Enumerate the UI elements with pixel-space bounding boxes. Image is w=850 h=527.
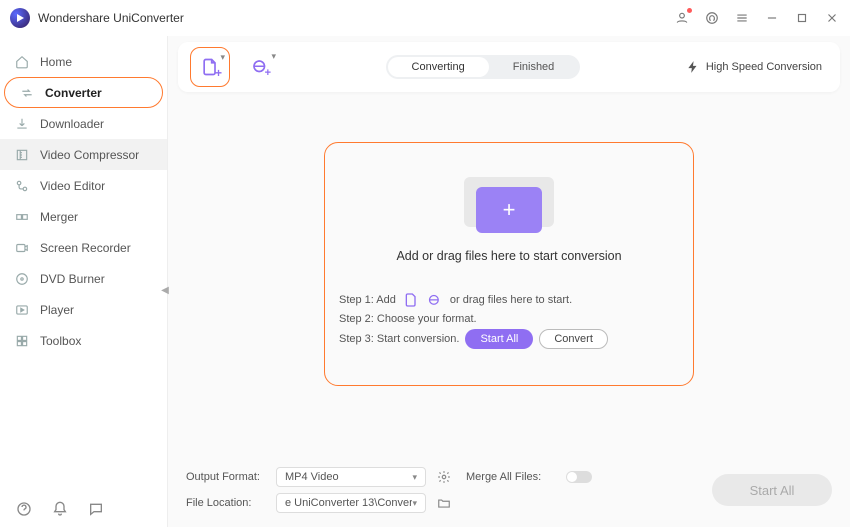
merger-icon	[14, 209, 30, 225]
sidebar-item-downloader[interactable]: Downloader	[0, 108, 167, 139]
step-3: Step 3: Start conversion. Start All Conv…	[339, 329, 679, 349]
title-bar: Wondershare UniConverter	[0, 0, 850, 36]
bell-icon[interactable]	[52, 501, 68, 517]
file-location-value: e UniConverter 13\Converted	[285, 497, 412, 509]
maximize-icon[interactable]	[794, 10, 810, 26]
downloader-icon	[14, 116, 30, 132]
sidebar-item-converter[interactable]: Converter	[4, 77, 163, 108]
output-format-label: Output Format:	[186, 471, 266, 483]
bottom-bar: Output Format: MP4 Video ▾ Merge All Fil…	[168, 459, 850, 527]
close-icon[interactable]	[824, 10, 840, 26]
chevron-down-icon: ▾	[412, 498, 417, 509]
convert-mini-button[interactable]: Convert	[539, 329, 608, 349]
chevron-down-icon: ▾	[271, 51, 276, 62]
start-all-mini-button[interactable]: Start All	[465, 329, 533, 349]
support-icon[interactable]	[704, 10, 720, 26]
sidebar-item-label: Home	[40, 55, 72, 69]
step1-suffix: or drag files here to start.	[450, 294, 572, 306]
chevron-down-icon: ▾	[220, 52, 225, 63]
help-icon[interactable]	[16, 501, 32, 517]
recorder-icon	[14, 240, 30, 256]
sidebar-item-dvd[interactable]: DVD Burner	[0, 263, 167, 294]
dropzone[interactable]: + Add or drag files here to start conver…	[324, 142, 694, 386]
sidebar-item-label: Player	[40, 303, 74, 317]
sidebar-item-label: Converter	[45, 86, 102, 100]
home-icon	[14, 54, 30, 70]
output-format-value: MP4 Video	[285, 471, 339, 483]
feedback-icon[interactable]	[88, 501, 104, 517]
step3-text: Step 3: Start conversion.	[339, 333, 459, 345]
status-tabs: Converting Finished	[386, 55, 581, 79]
sidebar-item-label: Video Compressor	[40, 148, 139, 162]
step2-text: Step 2: Choose your format.	[339, 313, 477, 325]
step-1: Step 1: Add or drag files here to start.	[339, 291, 679, 309]
chevron-down-icon: ▾	[412, 472, 417, 483]
sidebar-item-label: DVD Burner	[40, 272, 105, 286]
sidebar-item-toolbox[interactable]: Toolbox	[0, 325, 167, 356]
account-icon[interactable]	[674, 10, 690, 26]
compressor-icon	[14, 147, 30, 163]
dropzone-message: Add or drag files here to start conversi…	[396, 249, 621, 263]
collapse-sidebar-button[interactable]: ◀	[160, 280, 170, 300]
menu-icon[interactable]	[734, 10, 750, 26]
sidebar-item-label: Merger	[40, 210, 78, 224]
title-left: Wondershare UniConverter	[10, 8, 184, 28]
app-title: Wondershare UniConverter	[38, 11, 184, 25]
add-url-mini-icon[interactable]	[426, 291, 444, 309]
app-logo-icon	[10, 8, 30, 28]
editor-icon	[14, 178, 30, 194]
main-area: + ▾ + ▾ Converting Finished High Speed C…	[168, 36, 850, 527]
output-format-select[interactable]: MP4 Video ▾	[276, 467, 426, 487]
step-2: Step 2: Choose your format.	[339, 313, 679, 325]
settings-icon[interactable]	[436, 469, 452, 485]
sidebar-bottom	[0, 491, 167, 527]
add-file-mini-icon[interactable]	[402, 291, 420, 309]
sidebar-item-label: Downloader	[40, 117, 104, 131]
sidebar: Home Converter Downloader Video Compress…	[0, 36, 168, 527]
toolbox-icon	[14, 333, 30, 349]
start-all-button[interactable]: Start All	[712, 474, 832, 506]
sidebar-item-editor[interactable]: Video Editor	[0, 170, 167, 201]
converter-icon	[19, 85, 35, 101]
folder-plus-icon: +	[464, 167, 554, 237]
player-icon	[14, 302, 30, 318]
open-folder-icon[interactable]	[436, 495, 452, 511]
steps: Step 1: Add or drag files here to start.…	[339, 287, 679, 353]
minimize-icon[interactable]	[764, 10, 780, 26]
step1-prefix: Step 1: Add	[339, 294, 396, 306]
high-speed-toggle[interactable]: High Speed Conversion	[686, 60, 828, 74]
file-location-select[interactable]: e UniConverter 13\Converted ▾	[276, 493, 426, 513]
add-url-button[interactable]: + ▾	[240, 47, 280, 87]
merge-label: Merge All Files:	[466, 471, 556, 483]
tab-converting[interactable]: Converting	[388, 57, 489, 77]
title-right	[674, 10, 840, 26]
sidebar-item-home[interactable]: Home	[0, 46, 167, 77]
sidebar-item-recorder[interactable]: Screen Recorder	[0, 232, 167, 263]
sidebar-item-compressor[interactable]: Video Compressor	[0, 139, 167, 170]
tab-finished[interactable]: Finished	[489, 57, 579, 77]
add-file-button[interactable]: + ▾	[190, 47, 230, 87]
high-speed-label: High Speed Conversion	[706, 61, 822, 73]
sidebar-item-label: Toolbox	[40, 334, 81, 348]
toolbar: + ▾ + ▾ Converting Finished High Speed C…	[178, 42, 840, 92]
merge-toggle[interactable]	[566, 471, 592, 483]
sidebar-item-player[interactable]: Player	[0, 294, 167, 325]
sidebar-item-label: Screen Recorder	[40, 241, 131, 255]
sidebar-item-label: Video Editor	[40, 179, 105, 193]
dvd-icon	[14, 271, 30, 287]
file-location-label: File Location:	[186, 497, 266, 509]
sidebar-item-merger[interactable]: Merger	[0, 201, 167, 232]
